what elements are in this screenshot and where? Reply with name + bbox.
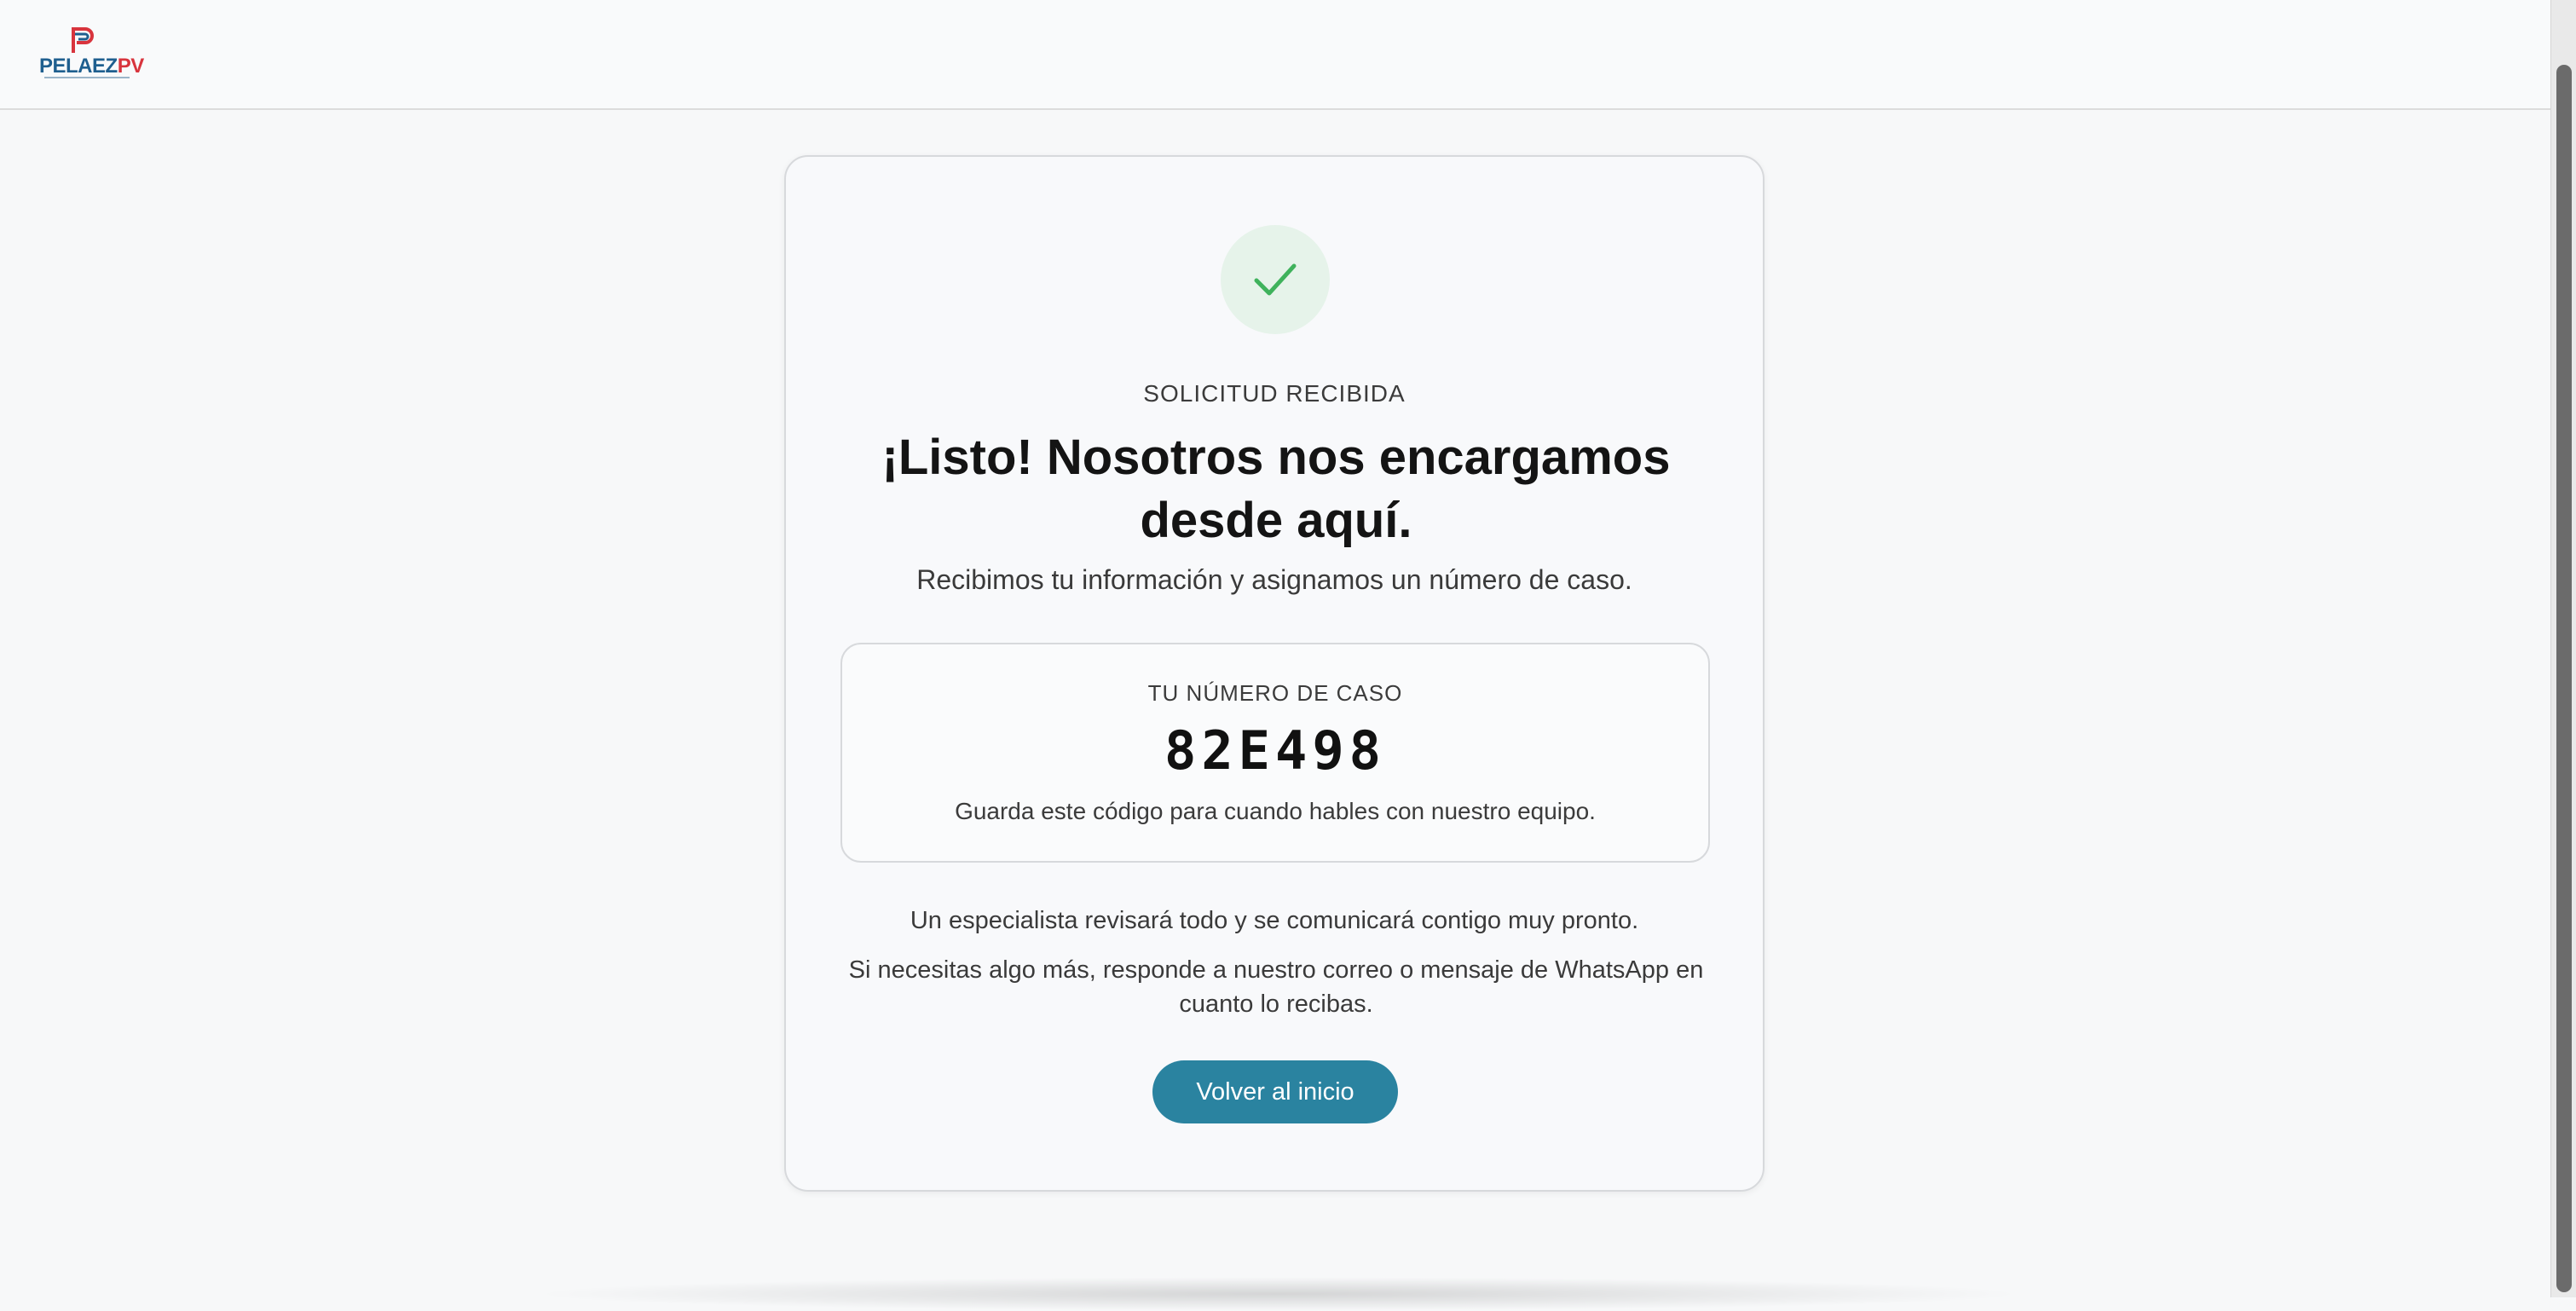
logo-mark-icon <box>72 27 94 53</box>
case-number-hint: Guarda este código para cuando hables co… <box>955 798 1596 824</box>
scrollbar-thumb[interactable] <box>2556 65 2572 1292</box>
specialist-message: Un especialista revisará todo y se comun… <box>910 907 1639 934</box>
footer-shadow <box>528 1277 2029 1311</box>
case-number-label: TU NÚMERO DE CASO <box>1147 680 1403 706</box>
case-number-panel: TU NÚMERO DE CASO 82E498 Guarda este cód… <box>840 643 1710 863</box>
case-number-value[interactable]: 82E498 <box>842 719 1708 782</box>
check-icon <box>1254 263 1297 296</box>
success-badge <box>1221 225 1330 334</box>
logo-brand-primary: PELAEZ <box>39 55 118 78</box>
back-to-home-button[interactable]: Volver al inicio <box>1152 1060 1398 1123</box>
confirmation-card: SOLICITUD RECIBIDA ¡Listo! Nosotros nos … <box>784 155 1765 1192</box>
contact-message: Si necesitas algo más, responde a nuestr… <box>848 956 1704 1018</box>
logo-brand-secondary: PV <box>117 55 145 78</box>
logo-wordmark: PELAEZPV <box>39 55 144 78</box>
page-title: ¡Listo! Nosotros nos encargamos desde aq… <box>881 430 1671 548</box>
vertical-scrollbar[interactable] <box>2550 0 2576 1297</box>
logo-tagline-rule <box>44 77 130 78</box>
status-eyebrow: SOLICITUD RECIBIDA <box>1143 380 1406 407</box>
page-subtitle: Recibimos tu información y asignamos un … <box>916 564 1632 595</box>
top-header: PELAEZPV <box>0 0 2550 110</box>
company-logo[interactable]: PELAEZPV <box>38 26 144 82</box>
